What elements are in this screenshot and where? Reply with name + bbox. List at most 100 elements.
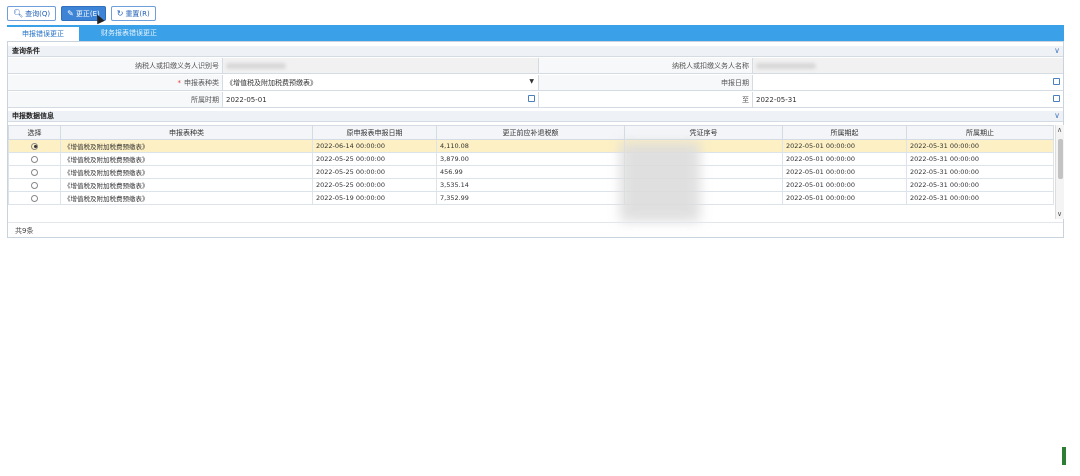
period-start-value: 2022-05-01: [226, 95, 267, 104]
period-start-cell: 2022-05-01 00:00:00: [782, 191, 907, 205]
period-start-cell: 2022-05-01 00:00:00: [782, 165, 907, 179]
taxpayer-name-label: 纳税人或扣缴义务人名称: [538, 58, 753, 73]
chevron-down-icon[interactable]: ∨: [1054, 111, 1060, 120]
table-row[interactable]: 《增值税及附加税费预缴表》 2022-06-14 00:00:00 4,110.…: [8, 139, 1054, 153]
period-start-cell: 2022-05-01 00:00:00: [782, 178, 907, 192]
table-row[interactable]: 《增值税及附加税费预缴表》 2022-05-25 00:00:00 3,879.…: [8, 152, 1054, 166]
table-header-row: 选择 申报表种类 原申报表申报日期 更正前应补退税额 凭证序号 所属期起 所属期…: [8, 125, 1054, 140]
form-row-taxpayer: 纳税人或扣缴义务人识别号 纳税人或扣缴义务人名称: [8, 58, 1063, 74]
caret-down-icon[interactable]: ▼: [529, 78, 534, 85]
scroll-up-icon[interactable]: ∧: [1057, 126, 1062, 134]
column-header[interactable]: 选择: [8, 125, 61, 140]
declaration-date-cell: 2022-05-25 00:00:00: [312, 152, 437, 166]
select-cell[interactable]: [8, 178, 61, 192]
select-cell[interactable]: [8, 165, 61, 179]
redaction-mask: [620, 142, 700, 222]
tab-label: 财务报表错误更正: [101, 29, 157, 37]
scroll-down-icon[interactable]: ∨: [1057, 210, 1062, 218]
select-cell[interactable]: [8, 139, 61, 153]
calendar-icon[interactable]: [528, 95, 535, 102]
radio-button[interactable]: [31, 155, 38, 163]
record-count: 共9条: [8, 222, 1063, 238]
period-start-cell: 2022-05-01 00:00:00: [782, 139, 907, 153]
column-header[interactable]: 申报表种类: [60, 125, 313, 140]
reset-button[interactable]: ↻ 重置(R): [110, 6, 156, 21]
required-mark: *: [177, 78, 182, 87]
period-end-value: 2022-05-31: [756, 95, 797, 104]
taxpayer-id-label: 纳税人或扣缴义务人识别号: [8, 58, 223, 73]
column-header[interactable]: 凭证序号: [624, 125, 783, 140]
calendar-icon[interactable]: [1053, 95, 1060, 102]
tab-label: 申报错误更正: [22, 30, 64, 38]
query-section-title: 查询条件: [12, 47, 40, 55]
declaration-date-cell: 2022-05-25 00:00:00: [312, 178, 437, 192]
table-row[interactable]: 《增值税及附加税费预缴表》 2022-05-25 00:00:00 456.99…: [8, 165, 1054, 179]
column-header[interactable]: 所属期起: [782, 125, 907, 140]
period-start-cell: 2022-05-01 00:00:00: [782, 152, 907, 166]
declaration-date-cell: 2022-05-25 00:00:00: [312, 165, 437, 179]
radio-button[interactable]: [31, 181, 38, 189]
search-icon: 🔍︎: [13, 8, 24, 18]
declaration-table: 选择 申报表种类 原申报表申报日期 更正前应补退税额 凭证序号 所属期起 所属期…: [8, 125, 1054, 205]
report-type-label-text: 申报表种类: [184, 78, 219, 87]
refresh-icon: ↻: [116, 8, 124, 18]
period-label: 所属时期: [8, 92, 223, 107]
select-cell[interactable]: [8, 191, 61, 205]
table-row[interactable]: 《增值税及附加税费预缴表》 2022-05-19 00:00:00 7,352.…: [8, 191, 1054, 205]
period-end-cell: 2022-05-31 00:00:00: [906, 139, 1054, 153]
data-section-header[interactable]: 申报数据信息 ∨: [8, 111, 1063, 122]
declaration-date-cell: 2022-05-19 00:00:00: [312, 191, 437, 205]
data-section-title: 申报数据信息: [12, 112, 54, 120]
report-date-label: 申报日期: [538, 75, 753, 90]
column-header[interactable]: 更正前应补退税额: [436, 125, 625, 140]
calendar-icon[interactable]: [1053, 78, 1060, 85]
query-button[interactable]: 🔍︎ 查询(Q): [7, 6, 57, 21]
form-row-report: * 申报表种类 《增值税及附加税费预缴表》 ▼ 申报日期: [8, 75, 1063, 91]
tab-bar: 申报错误更正 财务报表错误更正: [7, 25, 1064, 41]
reset-button-label: 重置(R): [125, 9, 150, 18]
taxpayer-id-field: [223, 58, 538, 73]
report-type-cell: 《增值税及附加税费预缴表》: [60, 178, 313, 192]
radio-button[interactable]: [31, 168, 38, 176]
table-row[interactable]: 《增值税及附加税费预缴表》 2022-05-25 00:00:00 3,535.…: [8, 178, 1054, 192]
redacted-value: [756, 62, 816, 69]
amount-cell: 3,535.14: [436, 178, 625, 192]
edit-icon: ✎: [67, 8, 74, 18]
period-end-input[interactable]: 2022-05-31: [753, 92, 1063, 107]
select-cell[interactable]: [8, 152, 61, 166]
report-type-select[interactable]: 《增值税及附加税费预缴表》 ▼: [223, 75, 538, 90]
amount-cell: 456.99: [436, 165, 625, 179]
chevron-down-icon[interactable]: ∨: [1054, 46, 1060, 55]
table-scrollbar[interactable]: ∧ ∨: [1055, 125, 1064, 219]
period-end-cell: 2022-05-31 00:00:00: [906, 191, 1054, 205]
radio-button[interactable]: [31, 142, 38, 150]
column-header[interactable]: 所属期止: [906, 125, 1054, 140]
report-type-value: 《增值税及附加税费预缴表》: [226, 78, 317, 87]
report-date-input[interactable]: [753, 75, 1063, 90]
declaration-date-cell: 2022-06-14 00:00:00: [312, 139, 437, 153]
amount-cell: 4,110.08: [436, 139, 625, 153]
report-type-cell: 《增值税及附加税费预缴表》: [60, 152, 313, 166]
form-row-period: 所属时期 2022-05-01 至 2022-05-31: [8, 92, 1063, 108]
column-header[interactable]: 原申报表申报日期: [312, 125, 437, 140]
period-end-cell: 2022-05-31 00:00:00: [906, 178, 1054, 192]
period-end-cell: 2022-05-31 00:00:00: [906, 165, 1054, 179]
redacted-value: [226, 62, 286, 69]
report-type-cell: 《增值税及附加税费预缴表》: [60, 165, 313, 179]
toolbar: 🔍︎ 查询(Q) ✎ 更正(E) ↻ 重置(R): [7, 6, 156, 21]
main-panel: 查询条件 ∨ 纳税人或扣缴义务人识别号 纳税人或扣缴义务人名称 * 申报表种类 …: [7, 41, 1064, 238]
period-start-input[interactable]: 2022-05-01: [223, 92, 538, 107]
taxpayer-name-field: [753, 58, 1063, 73]
report-type-label: * 申报表种类: [8, 75, 223, 90]
amount-cell: 7,352.99: [436, 191, 625, 205]
to-label: 至: [538, 92, 753, 107]
period-end-cell: 2022-05-31 00:00:00: [906, 152, 1054, 166]
query-section-header[interactable]: 查询条件 ∨: [8, 46, 1063, 57]
report-type-cell: 《增值税及附加税费预缴表》: [60, 139, 313, 153]
radio-button[interactable]: [31, 194, 38, 202]
report-type-cell: 《增值税及附加税费预缴表》: [60, 191, 313, 205]
status-indicator: [1062, 447, 1066, 465]
tab-financial-report-correction[interactable]: 财务报表错误更正: [79, 25, 179, 41]
scrollbar-thumb[interactable]: [1058, 139, 1063, 179]
tab-declaration-correction[interactable]: 申报错误更正: [7, 25, 79, 41]
